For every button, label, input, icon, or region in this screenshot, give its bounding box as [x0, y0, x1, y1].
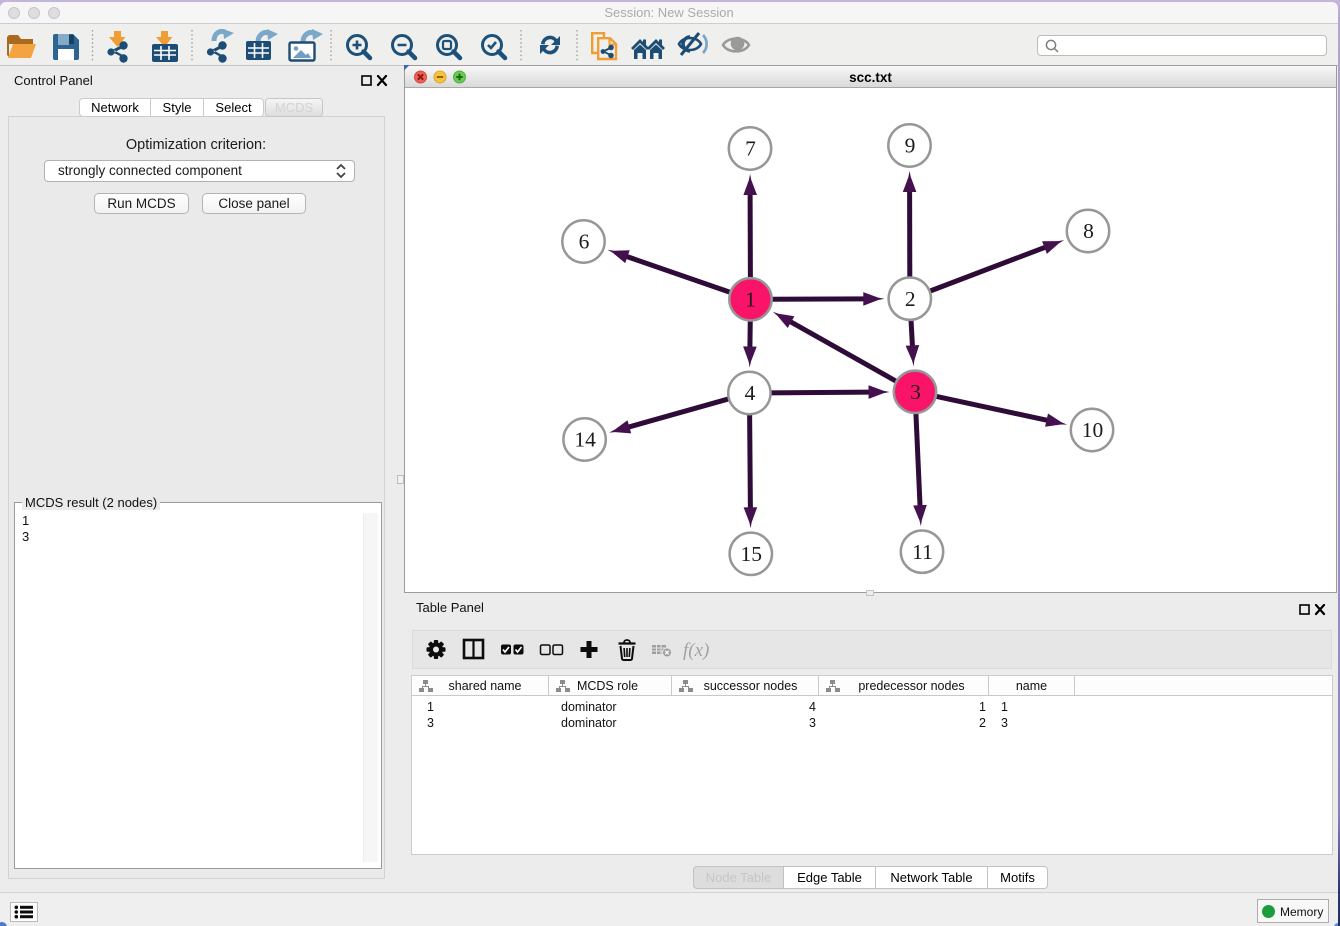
svg-text:9: 9 — [905, 134, 916, 158]
svg-text:15: 15 — [741, 542, 763, 566]
svg-text:3: 3 — [910, 380, 921, 404]
svg-text:10: 10 — [1082, 418, 1104, 442]
svg-text:7: 7 — [745, 137, 756, 161]
svg-text:6: 6 — [579, 230, 590, 254]
svg-text:8: 8 — [1083, 219, 1094, 243]
svg-text:2: 2 — [905, 287, 916, 311]
svg-text:11: 11 — [912, 540, 933, 564]
svg-text:14: 14 — [574, 428, 596, 452]
svg-text:f(x): f(x) — [683, 640, 709, 661]
svg-text:4: 4 — [745, 381, 756, 405]
svg-text:1: 1 — [745, 288, 756, 312]
